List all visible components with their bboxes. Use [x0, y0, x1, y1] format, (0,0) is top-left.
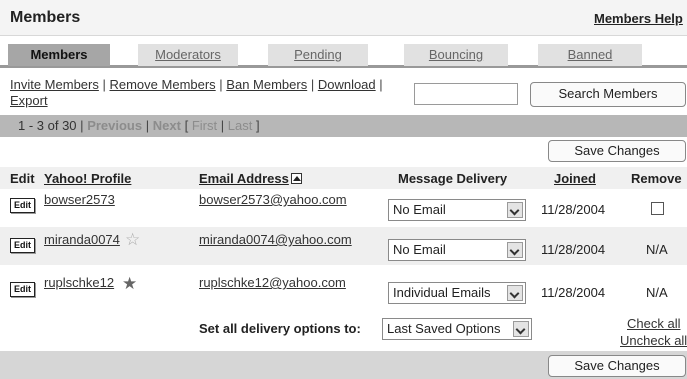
table-header: Edit Yahoo! Profile Email Address Messag… — [0, 167, 687, 189]
pager-bracket: [ — [184, 118, 189, 133]
pager-bracket: ] — [255, 118, 260, 133]
email-link[interactable]: miranda0074@yahoo.com — [199, 232, 352, 247]
set-all-delivery-value: Last Saved Options — [387, 321, 501, 336]
remove-checkbox[interactable] — [651, 202, 664, 215]
col-email-address[interactable]: Email Address — [199, 171, 289, 186]
email-link[interactable]: bowser2573@yahoo.com — [199, 192, 347, 207]
invite-members-link[interactable]: Invite Members — [10, 77, 99, 92]
search-input[interactable] — [414, 83, 518, 105]
col-message-delivery: Message Delivery — [398, 171, 508, 186]
remove-members-link[interactable]: Remove Members — [109, 77, 215, 92]
download-link[interactable]: Download — [318, 77, 376, 92]
delivery-value: Individual Emails — [393, 285, 491, 300]
tab-bouncing[interactable]: Bouncing — [404, 44, 508, 66]
col-joined[interactable]: Joined — [554, 171, 596, 186]
profile-link[interactable]: ruplschke12 — [44, 275, 114, 290]
set-all-delivery-label: Set all delivery options to: — [199, 321, 361, 336]
pager-separator: | — [145, 118, 150, 133]
result-range: 1 - 3 of 30 — [18, 118, 77, 133]
edit-button[interactable]: Edit — [10, 282, 35, 297]
ban-members-link[interactable]: Ban Members — [226, 77, 307, 92]
col-edit: Edit — [10, 171, 35, 186]
table-row: Edit miranda0074 ☆ miranda0074@yahoo.com… — [0, 227, 687, 265]
tab-bar: Members Moderators Pending Bouncing Bann… — [0, 42, 687, 68]
export-link[interactable]: Export — [10, 93, 48, 108]
action-separator: | — [307, 77, 318, 92]
pager-separator: | — [220, 118, 225, 133]
remove-na: N/A — [646, 285, 668, 300]
profile-link[interactable]: miranda0074 — [44, 232, 120, 247]
chevron-down-icon[interactable] — [507, 242, 523, 258]
edit-button[interactable]: Edit — [10, 238, 35, 253]
tab-pending[interactable]: Pending — [268, 44, 368, 66]
star-outline-icon[interactable]: ☆ — [125, 231, 140, 248]
delivery-value: No Email — [393, 242, 446, 257]
member-actions: Invite Members | Remove Members | Ban Me… — [10, 77, 410, 109]
tab-members[interactable]: Members — [8, 44, 110, 66]
save-changes-button-bottom[interactable]: Save Changes — [548, 355, 686, 377]
delivery-select[interactable]: No Email — [388, 199, 526, 221]
chevron-down-icon[interactable] — [507, 285, 523, 301]
delivery-select[interactable]: Individual Emails — [388, 282, 526, 304]
action-separator: | — [375, 77, 383, 92]
last-link[interactable]: Last — [228, 118, 253, 133]
tab-moderators[interactable]: Moderators — [138, 44, 238, 66]
bulk-delivery-row: Set all delivery options to: Last Saved … — [0, 311, 687, 351]
chevron-down-icon[interactable] — [507, 202, 523, 218]
action-separator: | — [215, 77, 227, 92]
next-link[interactable]: Next — [153, 118, 181, 133]
set-all-delivery-select[interactable]: Last Saved Options — [382, 318, 532, 340]
col-remove: Remove — [631, 171, 682, 186]
uncheck-all-link[interactable]: Uncheck all — [620, 333, 687, 348]
pager-separator: | — [80, 118, 84, 133]
joined-date: 11/28/2004 — [541, 202, 606, 217]
check-all-link[interactable]: Check all — [627, 316, 680, 331]
chevron-down-icon[interactable] — [513, 321, 529, 337]
col-email-wrap: Email Address — [199, 171, 302, 186]
search-members-button[interactable]: Search Members — [530, 82, 686, 107]
save-changes-button-top[interactable]: Save Changes — [548, 140, 686, 162]
profile-link[interactable]: bowser2573 — [44, 192, 115, 207]
previous-link[interactable]: Previous — [87, 118, 142, 133]
star-filled-icon[interactable]: ★ — [122, 275, 137, 292]
col-yahoo-profile[interactable]: Yahoo! Profile — [44, 171, 131, 186]
delivery-value: No Email — [393, 202, 446, 217]
email-link[interactable]: ruplschke12@yahoo.com — [199, 275, 346, 290]
edit-button[interactable]: Edit — [10, 198, 35, 213]
remove-na: N/A — [646, 242, 668, 257]
tab-banned[interactable]: Banned — [538, 44, 642, 66]
sort-ascending-icon[interactable] — [290, 173, 302, 184]
joined-date: 11/28/2004 — [541, 242, 606, 257]
joined-date: 11/28/2004 — [541, 285, 606, 300]
action-separator: | — [98, 77, 110, 92]
page-header: Members Members Help — [0, 0, 687, 36]
delivery-select[interactable]: No Email — [388, 239, 526, 261]
first-link[interactable]: First — [192, 118, 217, 133]
table-row: Edit bowser2573 bowser2573@yahoo.com No … — [0, 189, 687, 227]
pagination-bar: 1 - 3 of 30 | Previous | Next [ First | … — [0, 115, 687, 137]
members-help-link[interactable]: Members Help — [594, 11, 683, 26]
page-title: Members — [10, 9, 81, 26]
table-row: Edit ruplschke12 ★ ruplschke12@yahoo.com… — [0, 269, 687, 307]
